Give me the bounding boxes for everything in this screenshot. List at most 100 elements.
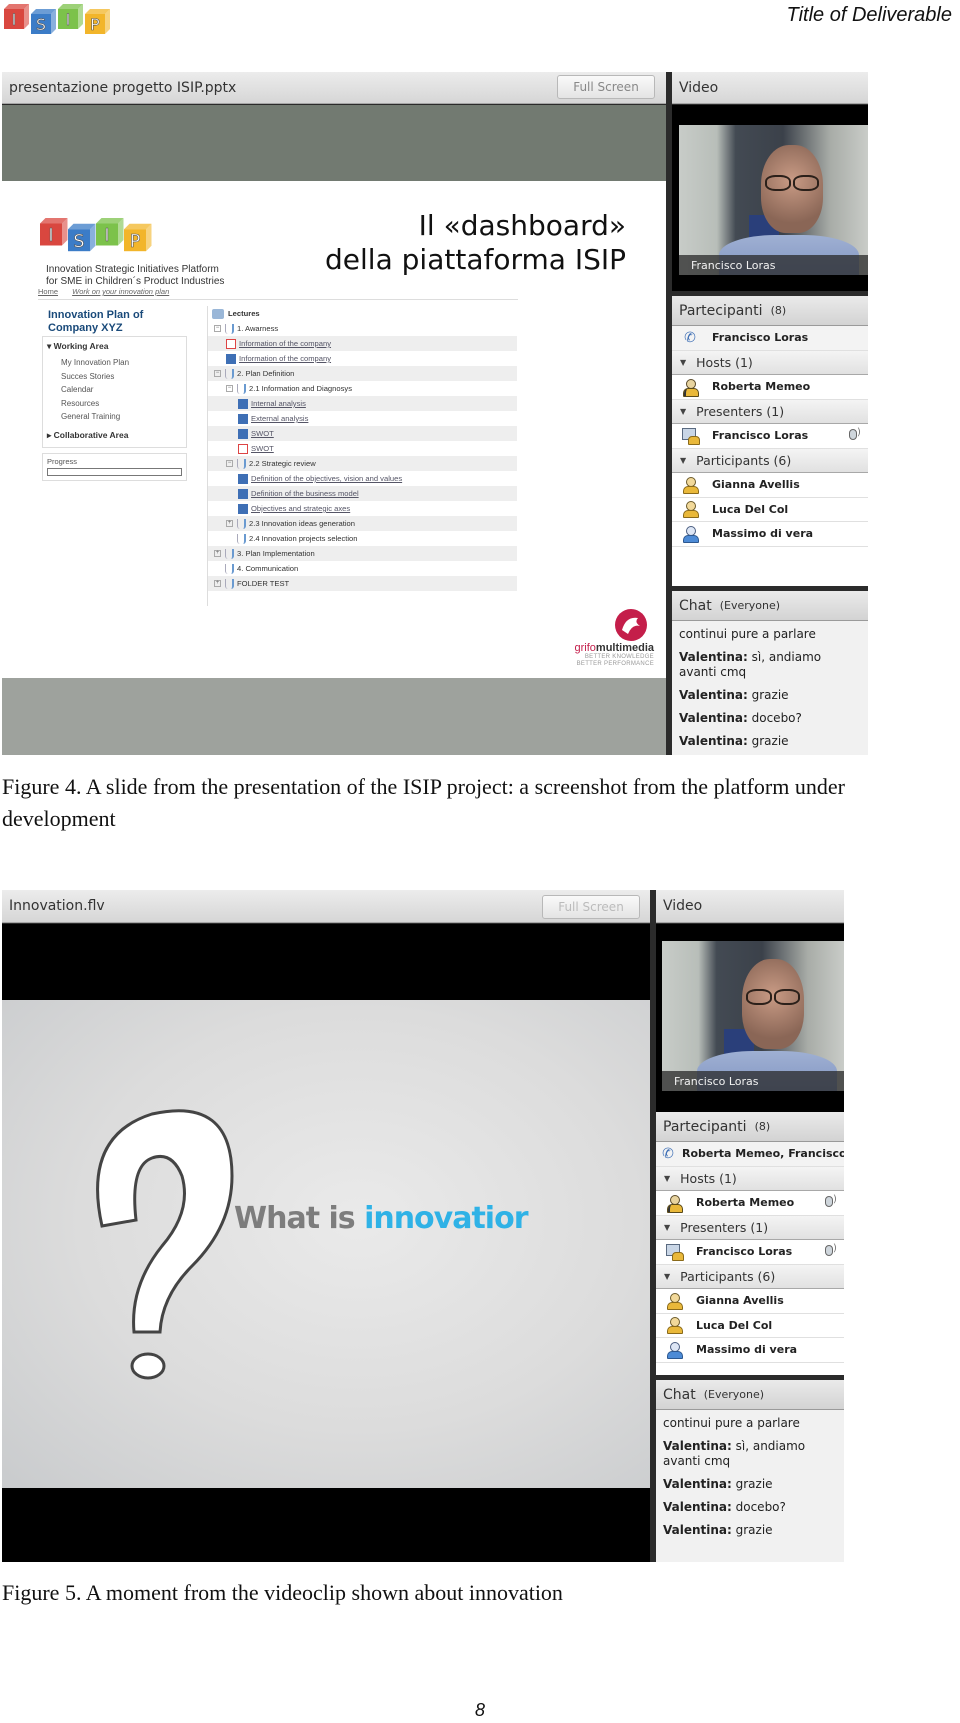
camera-name-label: Francisco Loras: [679, 255, 868, 275]
webcam-feed: Francisco Loras: [679, 125, 868, 275]
collapse-icon[interactable]: −: [214, 325, 221, 332]
expand-icon[interactable]: +: [214, 580, 221, 587]
expand-icon[interactable]: +: [226, 520, 233, 527]
chat-pod-header: Chat (Everyone): [656, 1380, 844, 1410]
page-number: 8: [474, 1700, 485, 1720]
lecture-tree-row[interactable]: SWOT: [208, 441, 517, 456]
lecture-tree-row[interactable]: Information of the company: [208, 351, 517, 366]
collapse-icon[interactable]: −: [214, 370, 221, 377]
chat-text: docebo?: [747, 711, 802, 725]
lecture-tree-row[interactable]: − 1. Awarness: [208, 321, 517, 336]
breadcrumb-work-plan[interactable]: Work on your innovation plan: [72, 287, 169, 296]
menu-item-general-training[interactable]: General Training: [47, 410, 182, 424]
participant-label: Roberta Memeo: [696, 1196, 795, 1210]
lecture-tree-row[interactable]: Definition of the objectives, vision and…: [208, 471, 517, 486]
participant-group-header[interactable]: ▼ Presenters (1): [656, 1215, 844, 1240]
participant-row[interactable]: Roberta Memeo: [656, 1191, 844, 1216]
griffin-icon: [615, 609, 647, 641]
working-area-menu: ▾ Working Area My Innovation Plan Succes…: [42, 336, 187, 448]
participant-row[interactable]: Luca Del Col: [656, 1314, 844, 1338]
participant-group-header[interactable]: ▼ Presenters (1): [672, 399, 868, 424]
collapse-triangle-icon[interactable]: ▼: [664, 1223, 670, 1232]
lecture-tree-row[interactable]: SWOT: [208, 426, 517, 441]
lecture-link[interactable]: Definition of the business model: [251, 489, 359, 498]
collapse-triangle-icon[interactable]: ▼: [680, 358, 686, 367]
svg-text:S: S: [73, 232, 84, 252]
lecture-tree-row[interactable]: Definition of the business model: [208, 486, 517, 501]
participant-label: Presenters (1): [696, 403, 785, 419]
participant-label: Participants (6): [696, 452, 792, 468]
lecture-link[interactable]: External analysis: [251, 414, 308, 423]
participant-user-icon: [666, 1317, 683, 1335]
chat-message: Valentina: grazie: [663, 1523, 837, 1538]
figure4-connect-window: presentazione progetto ISIP.pptx Full Sc…: [2, 72, 868, 755]
lecture-tree-row[interactable]: Internal analysis: [208, 396, 517, 411]
participant-row[interactable]: Gianna Avellis: [672, 473, 868, 498]
lecture-tree-row[interactable]: − 2.2 Strategic review: [208, 456, 517, 471]
collapse-triangle-icon[interactable]: ▼: [680, 407, 686, 416]
collapse-triangle-icon[interactable]: ▼: [680, 456, 686, 465]
logo-cube-i0: I: [4, 4, 29, 29]
lecture-link[interactable]: SWOT: [251, 444, 274, 453]
menu-item-succes-stories[interactable]: Succes Stories: [47, 370, 182, 384]
participant-row[interactable]: Roberta Memeo: [672, 375, 868, 400]
participant-row[interactable]: Luca Del Col: [672, 498, 868, 522]
lecture-tree-row[interactable]: 2.4 Innovation projects selection: [208, 531, 517, 546]
lecture-tree-row[interactable]: +3. Plan Implementation: [208, 546, 517, 561]
figure5-caption: Figure 5. A moment from the videoclip sh…: [2, 1580, 563, 1605]
collapse-icon[interactable]: −: [226, 385, 233, 392]
participant-group-header[interactable]: ▼ Participants (6): [672, 448, 868, 473]
expand-icon[interactable]: +: [214, 550, 221, 557]
collaborative-area-header[interactable]: ▸ Collaborative Area: [47, 430, 182, 441]
lecture-link[interactable]: Internal analysis: [251, 399, 306, 408]
lecture-folder-label: 3. Plan Implementation: [237, 549, 315, 558]
participant-group-header[interactable]: ▼ Hosts (1): [656, 1166, 844, 1191]
full-screen-button[interactable]: Full Screen: [557, 75, 655, 99]
folder-icon: [225, 548, 234, 559]
chat-pod-header: Chat (Everyone): [672, 591, 868, 621]
chat-sender: Valentina:: [679, 711, 748, 725]
lecture-tree-row[interactable]: 4. Communication: [208, 561, 517, 576]
lecture-tree-row[interactable]: Objectives and strategic axes: [208, 501, 517, 516]
video-frame: What is innovatior: [2, 1000, 650, 1488]
participant-group-header[interactable]: ▼ Hosts (1): [672, 350, 868, 375]
participant-label: Gianna Avellis: [712, 478, 800, 492]
video-clip-player[interactable]: What is innovatior: [2, 924, 650, 1562]
lecture-link[interactable]: Information of the company: [239, 354, 331, 363]
menu-item-calendar[interactable]: Calendar: [47, 383, 182, 397]
document-blue-icon: [238, 503, 248, 514]
full-screen-button[interactable]: Full Screen: [542, 895, 640, 919]
clip-pod-title: Innovation.flv: [9, 898, 105, 914]
participants-pod-header: Partecipanti (8): [656, 1112, 844, 1142]
phone-participant-row[interactable]: ✆ Roberta Memeo, Francisco L...: [656, 1142, 844, 1167]
plan-title: Innovation Plan of Company XYZ: [48, 309, 144, 334]
lecture-tree-row[interactable]: Information of the company: [208, 336, 517, 351]
chat-message: Valentina: grazie: [663, 1477, 837, 1492]
lecture-link[interactable]: Objectives and strategic axes: [251, 504, 350, 513]
participant-row[interactable]: Francisco Loras: [672, 424, 868, 449]
lecture-tree-row[interactable]: − 2. Plan Definition: [208, 366, 517, 381]
working-area-header[interactable]: ▾ Working Area: [47, 341, 182, 352]
participant-label: Participants (6): [680, 1268, 776, 1284]
participant-group-header[interactable]: ▼ Participants (6): [656, 1264, 844, 1289]
menu-item-my-innovation-plan[interactable]: My Innovation Plan: [47, 356, 182, 370]
phone-participant-row[interactable]: ✆ Francisco Loras: [672, 326, 868, 351]
lecture-tree-row[interactable]: − 2.1 Information and Diagnosys: [208, 381, 517, 396]
lecture-link[interactable]: SWOT: [251, 429, 274, 438]
participant-row[interactable]: Gianna Avellis: [656, 1289, 844, 1314]
participant-row[interactable]: Francisco Loras: [656, 1240, 844, 1265]
lecture-tree-row[interactable]: + FOLDER TEST: [208, 576, 517, 591]
participant-row[interactable]: Massimo di vera: [672, 522, 868, 547]
collapse-triangle-icon[interactable]: ▼: [664, 1272, 670, 1281]
collapse-triangle-icon[interactable]: ▼: [664, 1174, 670, 1183]
lecture-link[interactable]: Definition of the objectives, vision and…: [251, 474, 402, 483]
lecture-tree-row[interactable]: +2.3 Innovation ideas generation: [208, 516, 517, 531]
participant-row[interactable]: Massimo di vera: [656, 1338, 844, 1363]
lecture-folder-label: 2.4 Innovation projects selection: [249, 534, 358, 543]
chat-sender: Valentina:: [679, 688, 748, 702]
breadcrumb-home[interactable]: Home: [38, 287, 58, 296]
menu-item-resources[interactable]: Resources: [47, 397, 182, 411]
collapse-icon[interactable]: −: [226, 460, 233, 467]
lecture-tree-row[interactable]: External analysis: [208, 411, 517, 426]
lecture-link[interactable]: Information of the company: [239, 339, 331, 348]
